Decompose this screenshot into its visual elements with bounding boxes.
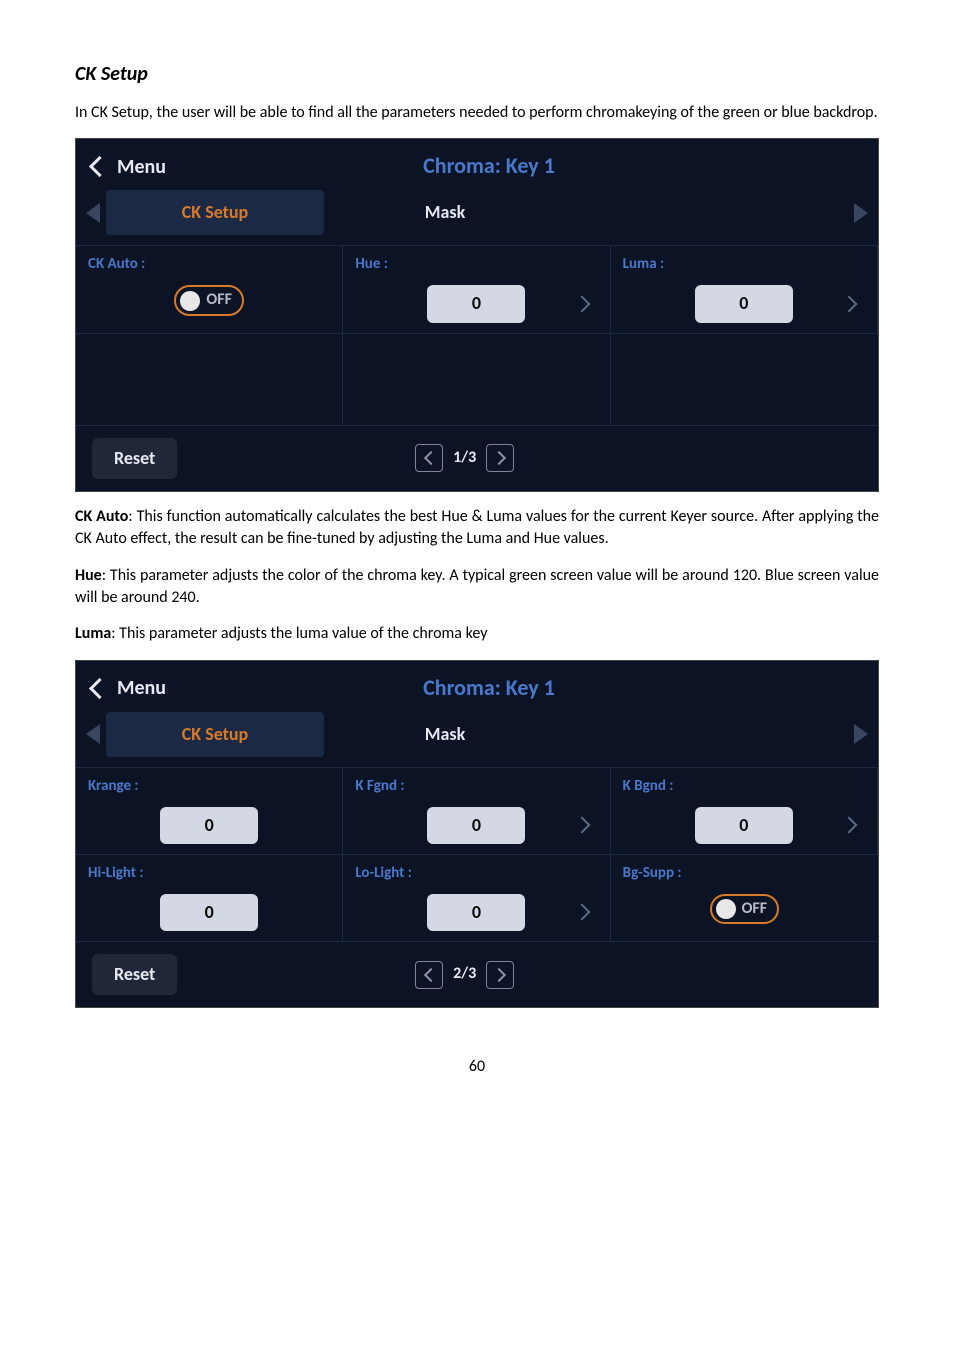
param-lolight: Lo-Light : 0	[343, 855, 610, 942]
toggle-knob-icon	[716, 899, 736, 919]
chevron-right-icon[interactable]	[841, 817, 858, 834]
pager-prev-button[interactable]	[415, 961, 443, 989]
empty-cell	[611, 334, 878, 426]
value-hue[interactable]: 0	[427, 285, 525, 322]
value-luma[interactable]: 0	[695, 285, 793, 322]
param-krange: Krange : 0	[76, 768, 343, 855]
pager-prev-button[interactable]	[415, 444, 443, 472]
chevron-right-icon[interactable]	[573, 904, 590, 921]
menu-panel-2: Menu Chroma: Key 1 CK Setup Mask Krange …	[75, 660, 879, 1009]
paragraph-ck-auto: CK Auto: This function automatically cal…	[75, 506, 879, 551]
tab-mask[interactable]: Mask	[336, 190, 554, 235]
tab-next-icon[interactable]	[854, 203, 868, 223]
value-krange[interactable]: 0	[160, 807, 258, 844]
chevron-left-icon	[424, 968, 438, 982]
toggle-bgsupp[interactable]: OFF	[710, 894, 780, 924]
value-lolight[interactable]: 0	[427, 894, 525, 931]
tab-ck-setup[interactable]: CK Setup	[106, 190, 324, 235]
panel-title: Chroma: Key 1	[116, 673, 862, 704]
value-kfgnd[interactable]: 0	[427, 807, 525, 844]
tab-ck-setup[interactable]: CK Setup	[106, 712, 324, 757]
section-heading: CK Setup	[75, 60, 879, 88]
value-kbgnd[interactable]: 0	[695, 807, 793, 844]
param-luma: Luma : 0	[611, 246, 878, 333]
param-label: Hue :	[355, 254, 597, 275]
param-label: Krange :	[88, 776, 330, 797]
chevron-left-icon	[424, 451, 438, 465]
term-desc: : This function automatically calculates…	[75, 507, 879, 548]
toggle-knob-icon	[180, 291, 200, 311]
param-label: Luma :	[623, 254, 865, 275]
term-desc: : This parameter adjusts the color of th…	[75, 566, 879, 607]
page-number: 60	[75, 1056, 879, 1078]
paragraph-luma: Luma: This parameter adjusts the luma va…	[75, 623, 879, 645]
chevron-left-icon[interactable]	[89, 677, 110, 698]
term-bold: Hue	[75, 566, 102, 585]
chevron-right-icon[interactable]	[573, 817, 590, 834]
intro-paragraph: In CK Setup, the user will be able to fi…	[75, 102, 879, 124]
param-kfgnd: K Fgnd : 0	[343, 768, 610, 855]
param-ck-auto: CK Auto : OFF	[76, 246, 343, 333]
chevron-left-icon[interactable]	[89, 156, 110, 177]
empty-cell	[343, 334, 610, 426]
pager-indicator: 1/3	[453, 447, 476, 469]
term-bold: CK Auto	[75, 507, 128, 526]
tab-prev-icon[interactable]	[86, 203, 100, 223]
param-label: K Bgnd :	[623, 776, 865, 797]
tab-next-icon[interactable]	[854, 724, 868, 744]
toggle-ck-auto[interactable]: OFF	[174, 285, 244, 315]
param-kbgnd: K Bgnd : 0	[611, 768, 878, 855]
toggle-label: OFF	[742, 898, 768, 920]
pager-indicator: 2/3	[453, 963, 476, 985]
chevron-right-icon	[492, 451, 506, 465]
term-bold: Luma	[75, 624, 111, 643]
pager-next-button[interactable]	[486, 444, 514, 472]
param-hilight: Hi-Light : 0	[76, 855, 343, 942]
param-bgsupp: Bg-Supp : OFF	[611, 855, 878, 942]
chevron-right-icon[interactable]	[573, 295, 590, 312]
pager-next-button[interactable]	[486, 961, 514, 989]
param-label: Lo-Light :	[355, 863, 597, 884]
term-desc: : This parameter adjusts the luma value …	[111, 624, 487, 643]
panel-title: Chroma: Key 1	[116, 151, 862, 182]
chevron-right-icon	[492, 968, 506, 982]
menu-panel-1: Menu Chroma: Key 1 CK Setup Mask CK Auto…	[75, 138, 879, 491]
param-label: Hi-Light :	[88, 863, 330, 884]
param-label: CK Auto :	[88, 254, 330, 275]
chevron-right-icon[interactable]	[841, 295, 858, 312]
empty-cell	[76, 334, 343, 426]
value-hilight[interactable]: 0	[160, 894, 258, 931]
paragraph-hue: Hue: This parameter adjusts the color of…	[75, 565, 879, 610]
param-hue: Hue : 0	[343, 246, 610, 333]
toggle-label: OFF	[206, 289, 232, 311]
tab-mask[interactable]: Mask	[336, 712, 554, 757]
tab-prev-icon[interactable]	[86, 724, 100, 744]
param-label: Bg-Supp :	[623, 863, 866, 884]
param-label: K Fgnd :	[355, 776, 597, 797]
